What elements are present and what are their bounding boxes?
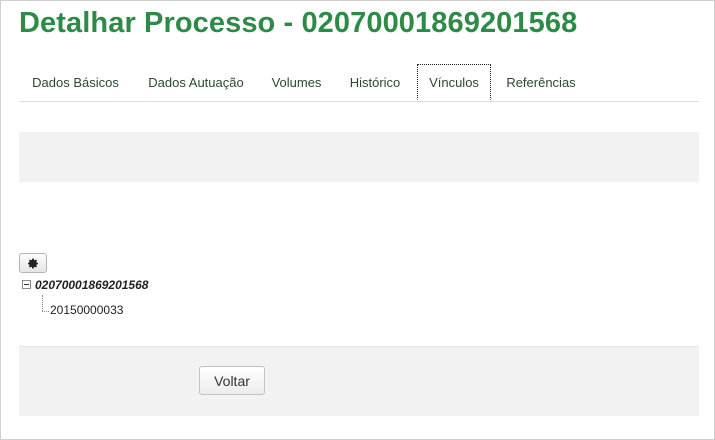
tab-vinculos[interactable]: Vínculos (417, 64, 491, 100)
tab-volumes[interactable]: Volumes (263, 64, 330, 100)
page-frame: Detalhar Processo - 02070001869201568 Da… (0, 0, 715, 440)
tree-child-node[interactable]: 20150000033 (50, 303, 123, 317)
tab-referencias[interactable]: Referências (499, 64, 583, 100)
tree-root-node[interactable]: 02070001869201568 (35, 278, 148, 292)
tree-connector (42, 311, 49, 312)
settings-button[interactable] (19, 253, 47, 273)
tab-dados-autuacao[interactable]: Dados Autuação (139, 64, 253, 100)
collapse-toggle-icon[interactable] (22, 280, 31, 289)
back-button[interactable]: Voltar (199, 366, 265, 395)
footer-panel (19, 346, 699, 416)
gear-icon (27, 258, 38, 268)
tree-connector (42, 295, 43, 311)
tab-bar: Dados Básicos Dados Autuação Volumes His… (19, 64, 699, 102)
info-panel (19, 132, 699, 182)
page-title: Detalhar Processo - 02070001869201568 (19, 7, 578, 39)
tab-dados-basicos[interactable]: Dados Básicos (19, 64, 132, 100)
tab-historico[interactable]: Histórico (340, 64, 410, 100)
